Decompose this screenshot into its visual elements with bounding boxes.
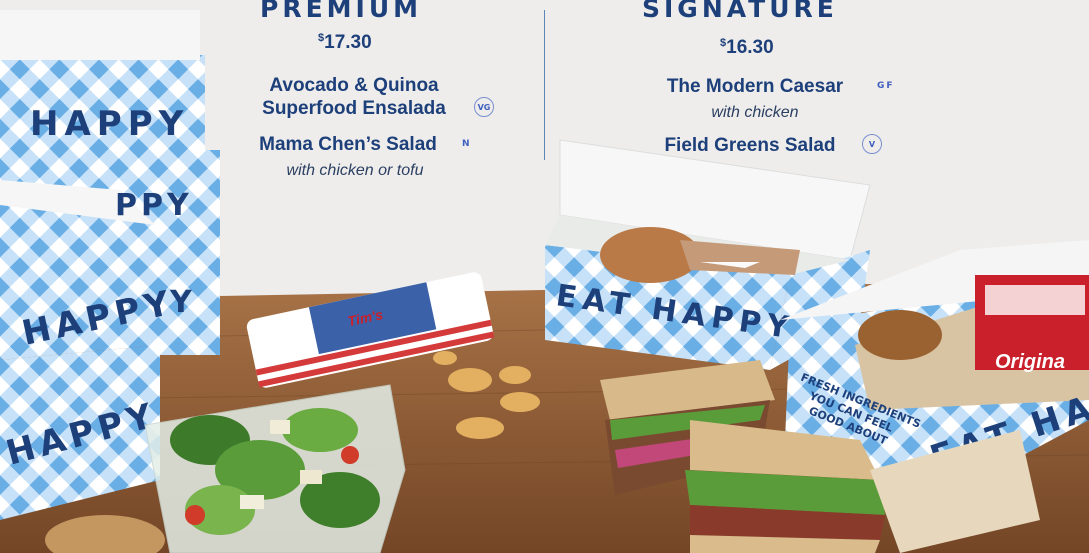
signature-price-value: 16.30 [726,37,774,58]
signature-price: $16.30 [720,37,774,59]
signature-item-field-greens: Field Greens Salad [664,135,836,156]
vegan-badge: VG [474,97,494,117]
box-text-left: HAPPY [30,104,189,144]
svg-text:PPY: PPY [115,188,193,223]
premium-item-avocado-line2: Superfood Ensalada [262,98,446,119]
vegetarian-badge: V [862,134,882,154]
premium-price-value: 17.30 [324,32,372,53]
premium-heading: PREMIUM [260,0,423,23]
premium-item-avocado-line1: Avocado & Quinoa [269,75,439,96]
signature-item-modern-caesar: The Modern Caesar [666,76,844,97]
signature-item-modern-caesar-sub: with chicken [711,104,799,121]
premium-price: $17.30 [318,32,372,54]
svg-text:Y: Y [169,285,193,320]
premium-item-mama-chen-sub: with chicken or tofu [286,162,424,179]
svg-text:Origina: Origina [995,351,1065,373]
premium-item-avocado-quinoa: Avocado & Quinoa Superfood Ensalada [248,74,460,120]
gluten-free-tag: GF [877,81,895,91]
menu-divider [544,10,545,160]
premium-item-mama-chen: Mama Chen’s Salad [259,134,437,155]
nut-tag: N [462,139,472,149]
signature-heading: SIGNATURE [642,0,838,23]
